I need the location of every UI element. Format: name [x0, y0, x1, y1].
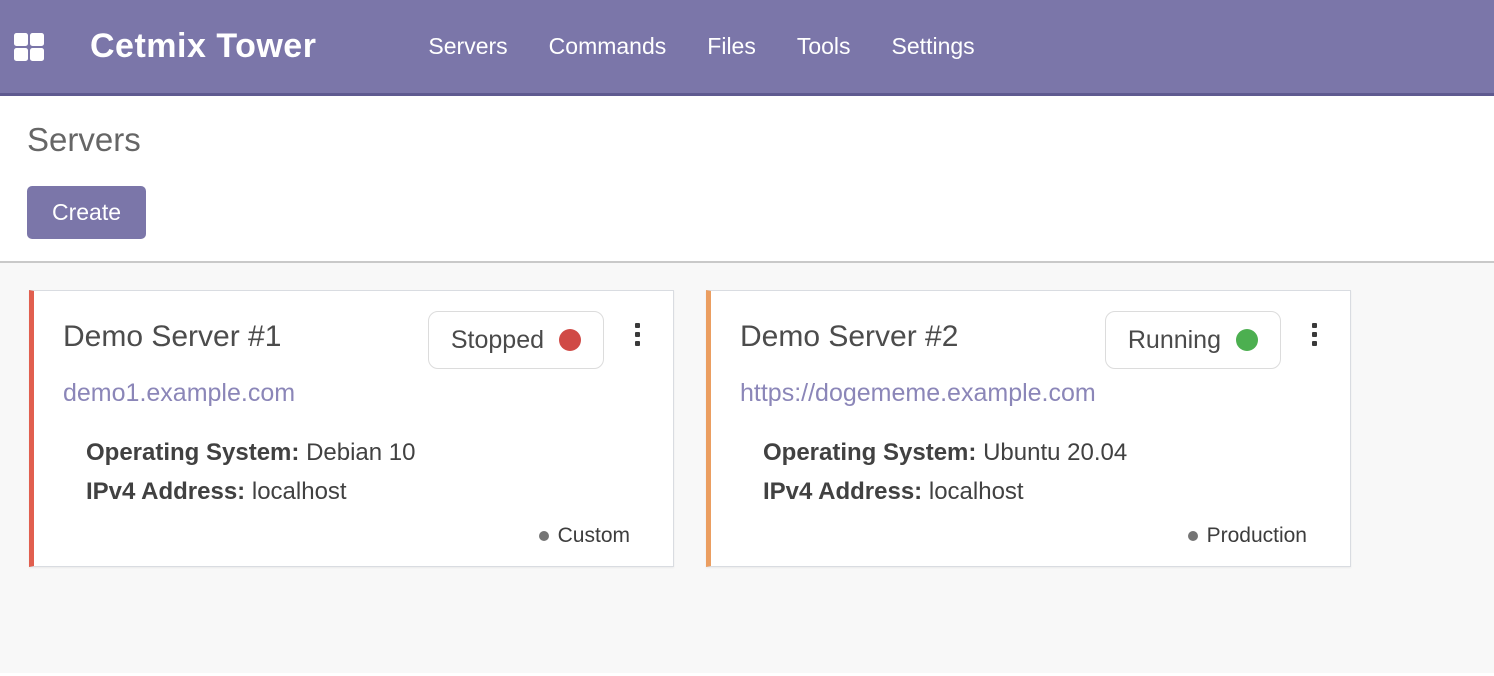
server-tag: Production [1188, 524, 1307, 548]
ip-value: localhost [252, 478, 347, 505]
main-nav: Servers Commands Files Tools Settings [428, 33, 974, 60]
page-title: Servers [27, 121, 1494, 159]
ip-label: IPv4 Address: [86, 478, 245, 505]
nav-item-settings[interactable]: Settings [892, 33, 975, 60]
server-title: Demo Server #2 [740, 311, 1105, 354]
server-title: Demo Server #1 [63, 311, 428, 354]
tag-dot-icon [1188, 531, 1198, 541]
card-footer: Custom [63, 524, 643, 548]
card-header: Demo Server #1 Stopped [63, 311, 643, 369]
servers-kanban: Demo Server #1 Stopped demo1.example.com… [0, 261, 1494, 673]
tag-label: Custom [558, 524, 630, 548]
brand-title[interactable]: Cetmix Tower [90, 27, 316, 66]
card-header: Demo Server #2 Running [740, 311, 1320, 369]
status-dot-icon [1236, 329, 1258, 351]
kebab-menu-icon[interactable] [632, 319, 643, 350]
apps-grid-icon[interactable] [14, 33, 44, 61]
status-label: Running [1128, 326, 1221, 355]
os-label: Operating System: [86, 439, 299, 466]
nav-item-commands[interactable]: Commands [549, 33, 667, 60]
os-value: Ubuntu 20.04 [983, 439, 1127, 466]
nav-item-servers[interactable]: Servers [428, 33, 507, 60]
page-top: Servers Create [0, 96, 1494, 261]
server-details: Operating System: Ubuntu 20.04 IPv4 Addr… [740, 433, 1320, 511]
status-pill[interactable]: Running [1105, 311, 1281, 369]
card-footer: Production [740, 524, 1320, 548]
status-dot-icon [559, 329, 581, 351]
app-header: Cetmix Tower Servers Commands Files Tool… [0, 0, 1494, 96]
server-card[interactable]: Demo Server #2 Running https://dogememe.… [706, 290, 1351, 567]
tag-dot-icon [539, 531, 549, 541]
os-value: Debian 10 [306, 439, 415, 466]
ip-row: IPv4 Address: localhost [763, 472, 1320, 511]
nav-item-files[interactable]: Files [707, 33, 756, 60]
status-label: Stopped [451, 326, 544, 355]
nav-item-tools[interactable]: Tools [797, 33, 851, 60]
ip-label: IPv4 Address: [763, 478, 922, 505]
os-row: Operating System: Ubuntu 20.04 [763, 433, 1320, 472]
server-url-link[interactable]: demo1.example.com [63, 379, 295, 408]
server-card[interactable]: Demo Server #1 Stopped demo1.example.com… [29, 290, 674, 567]
server-details: Operating System: Debian 10 IPv4 Address… [63, 433, 643, 511]
kebab-menu-icon[interactable] [1309, 319, 1320, 350]
ip-row: IPv4 Address: localhost [86, 472, 643, 511]
os-label: Operating System: [763, 439, 976, 466]
os-row: Operating System: Debian 10 [86, 433, 643, 472]
status-pill[interactable]: Stopped [428, 311, 604, 369]
server-url-link[interactable]: https://dogememe.example.com [740, 379, 1096, 408]
tag-label: Production [1207, 524, 1307, 548]
create-button[interactable]: Create [27, 186, 146, 239]
server-tag: Custom [539, 524, 630, 548]
ip-value: localhost [929, 478, 1024, 505]
